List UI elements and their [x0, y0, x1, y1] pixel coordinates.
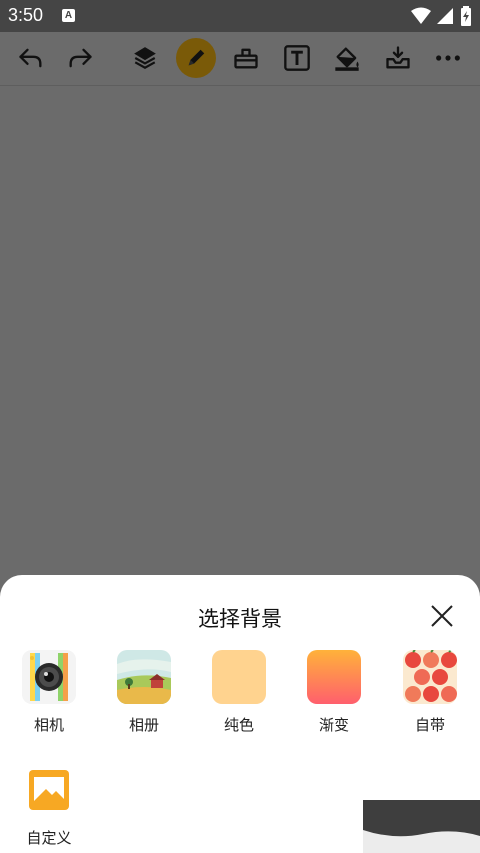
fill-bucket-icon [335, 47, 359, 71]
option-camera-label: 相机 [33, 716, 64, 734]
option-camera[interactable]: 相机 [13, 650, 85, 735]
redo-icon [69, 48, 92, 68]
status-time: 3:50 [8, 5, 44, 25]
solid-color-icon [212, 650, 266, 704]
option-custom[interactable]: 自定义 [13, 763, 85, 848]
builtin-pattern-icon [403, 650, 457, 704]
option-builtin-label: 自带 [414, 716, 445, 734]
text-button[interactable] [277, 38, 317, 78]
sheet-title: 选择背景 [198, 607, 282, 631]
option-solid-color-label: 纯色 [223, 716, 254, 734]
more-icon [436, 55, 460, 61]
save-button[interactable] [378, 38, 418, 78]
close-icon[interactable] [428, 602, 456, 630]
redo-button[interactable] [60, 38, 100, 78]
undo-button[interactable] [11, 38, 51, 78]
layers-button[interactable] [125, 38, 165, 78]
camera-icon [22, 650, 76, 704]
pen-button[interactable] [176, 38, 216, 78]
fill-button[interactable] [327, 38, 367, 78]
save-icon [386, 46, 410, 69]
undo-icon [19, 48, 42, 68]
layers-icon [134, 47, 156, 69]
option-solid-color[interactable]: 纯色 [203, 650, 275, 735]
pen-icon [188, 49, 205, 66]
eraser-button[interactable] [226, 38, 266, 78]
more-button[interactable] [428, 38, 468, 78]
drawing-toolbar [0, 32, 480, 86]
option-album[interactable]: 相册 [108, 650, 180, 735]
option-album-label: 相册 [128, 716, 159, 734]
corner-decoration [363, 800, 480, 853]
gradient-icon [307, 650, 361, 704]
signal-icon [437, 8, 453, 24]
option-gradient-label: 渐变 [318, 716, 349, 734]
drawing-canvas[interactable] [0, 87, 480, 575]
battery-icon [461, 6, 471, 26]
option-custom-label: 自定义 [26, 829, 72, 847]
option-builtin[interactable]: 自带 [394, 650, 466, 735]
album-landscape-icon [117, 650, 171, 704]
option-gradient[interactable]: 渐变 [298, 650, 370, 735]
status-bar: 3:50 A [0, 0, 480, 32]
eraser-icon [234, 48, 258, 69]
wifi-icon [411, 7, 431, 24]
notification-a-icon: A [62, 9, 75, 22]
text-icon [284, 45, 310, 71]
custom-image-icon [22, 763, 76, 817]
